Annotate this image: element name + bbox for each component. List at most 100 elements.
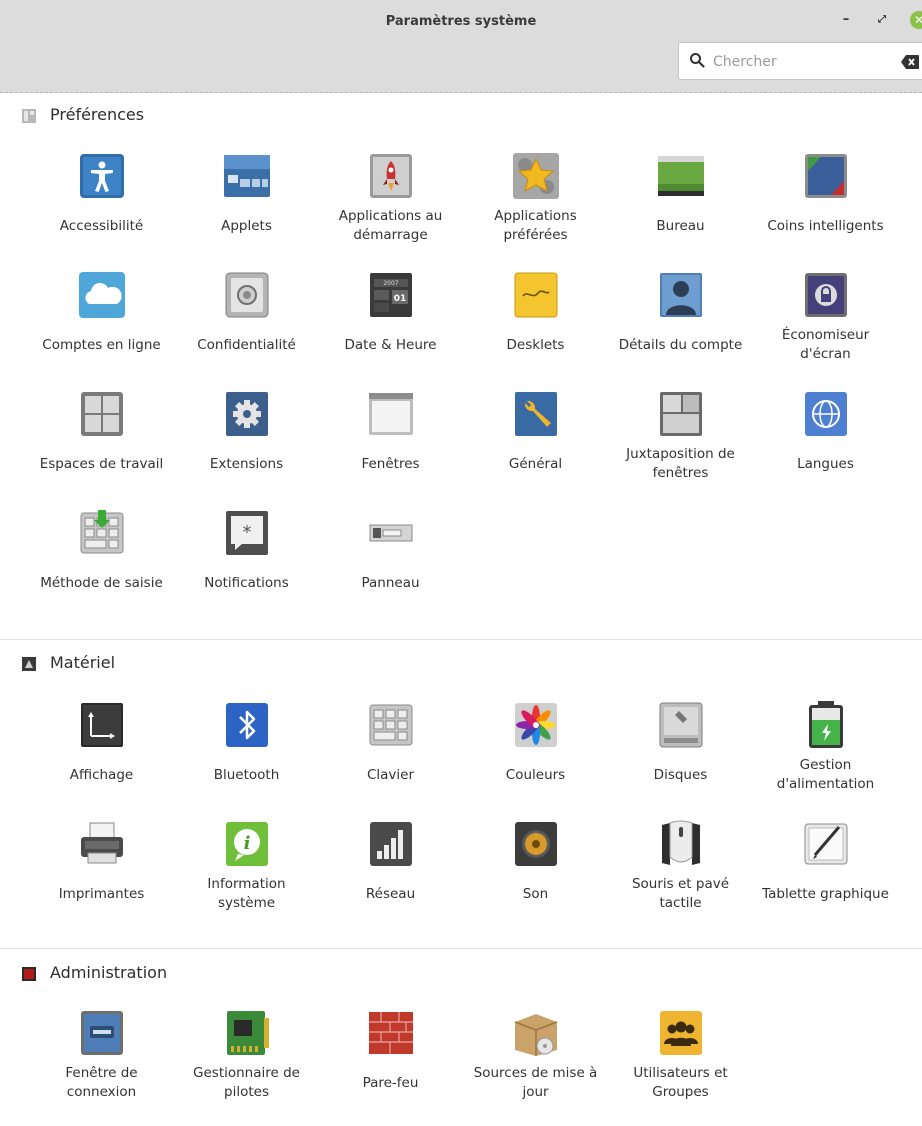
- settings-item-accessibility[interactable]: Accessibilité: [29, 151, 174, 269]
- hot-corners-icon: [801, 151, 851, 201]
- settings-item-printers[interactable]: Imprimantes: [29, 819, 174, 937]
- settings-item-date-time[interactable]: 2007 01 Date & Heure: [318, 270, 463, 388]
- settings-item-label: Clavier: [366, 766, 415, 783]
- settings-item-keyboard[interactable]: Clavier: [318, 700, 463, 818]
- settings-item-label: Confidentialité: [197, 336, 296, 353]
- settings-item-windows[interactable]: Fenêtres: [318, 389, 463, 507]
- section-header-administration: Administration: [22, 962, 167, 984]
- settings-item-software-sources[interactable]: Sources de mise à jour: [463, 1008, 608, 1126]
- settings-item-label: Bureau: [656, 217, 705, 234]
- driver-manager-icon: [222, 1008, 272, 1058]
- settings-item-users-groups[interactable]: Utilisateurs et Groupes: [608, 1008, 753, 1126]
- preferences-section-icon: [22, 107, 36, 123]
- section-header-hardware: Matériel: [22, 652, 115, 674]
- settings-item-online-accounts[interactable]: Comptes en ligne: [29, 270, 174, 388]
- settings-item-driver-manager[interactable]: Gestionnaire de pilotes: [174, 1008, 319, 1126]
- settings-item-graphics-tablet[interactable]: Tablette graphique: [753, 819, 898, 937]
- users-groups-icon: [656, 1008, 706, 1058]
- settings-item-label: Pare-feu: [362, 1074, 419, 1091]
- search-icon: [689, 52, 705, 72]
- search-input[interactable]: [711, 49, 895, 75]
- administration-section-icon: [22, 965, 36, 981]
- settings-item-desktop[interactable]: Bureau: [608, 151, 753, 269]
- calendar-clock-icon: 2007 01: [366, 270, 416, 320]
- settings-item-account-details[interactable]: Détails du compte: [608, 270, 753, 388]
- separator: [0, 639, 922, 640]
- settings-item-label: Applications préférées: [494, 208, 577, 243]
- settings-item-privacy[interactable]: Confidentialité: [174, 270, 319, 388]
- settings-item-login-window[interactable]: Fenêtre de connexion: [29, 1008, 174, 1126]
- applets-icon: [222, 151, 272, 201]
- startup-applications-icon: [366, 151, 416, 201]
- settings-item-label: Extensions: [209, 455, 284, 472]
- settings-item-label: Imprimantes: [58, 885, 145, 902]
- settings-item-label: Détails du compte: [618, 336, 743, 353]
- settings-item-screensaver[interactable]: Économiseur d'écran: [753, 270, 898, 388]
- battery-icon: [801, 700, 851, 750]
- settings-item-label: Applications au démarrage: [338, 208, 443, 243]
- clear-search-icon[interactable]: [901, 54, 919, 73]
- close-button[interactable]: ✕: [910, 11, 922, 29]
- settings-item-label: Coins intelligents: [767, 217, 884, 234]
- settings-item-power-management[interactable]: Gestion d'alimentation: [753, 700, 898, 818]
- title-bar: Paramètres système – ⤢ ✕: [0, 0, 922, 40]
- settings-item-label: Bluetooth: [213, 766, 280, 783]
- section-header-preferences: Préférences: [22, 104, 144, 126]
- settings-item-desklets[interactable]: Desklets: [463, 270, 608, 388]
- settings-item-label: Économiseur d'écran: [781, 327, 870, 362]
- settings-item-panel[interactable]: Panneau: [318, 508, 463, 626]
- settings-item-notifications[interactable]: * Notifications: [174, 508, 319, 626]
- privacy-icon: [222, 270, 272, 320]
- window-controls: – ⤢ ✕: [832, 0, 922, 40]
- settings-item-mouse-touchpad[interactable]: Souris et pavé tactile: [608, 819, 753, 937]
- colors-icon: [511, 700, 561, 750]
- bluetooth-icon: [222, 700, 272, 750]
- search-bar: [0, 40, 922, 93]
- settings-item-input-method[interactable]: Méthode de saisie: [29, 508, 174, 626]
- online-accounts-icon: [77, 270, 127, 320]
- settings-item-label: Desklets: [506, 336, 565, 353]
- settings-item-label: Comptes en ligne: [42, 336, 161, 353]
- settings-item-label: Son: [522, 885, 549, 902]
- settings-item-general[interactable]: Général: [463, 389, 608, 507]
- settings-item-label: Affichage: [69, 766, 134, 783]
- settings-item-colors[interactable]: Couleurs: [463, 700, 608, 818]
- settings-item-network[interactable]: Réseau: [318, 819, 463, 937]
- settings-item-sound[interactable]: Son: [463, 819, 608, 937]
- settings-item-startup-applications[interactable]: Applications au démarrage: [318, 151, 463, 269]
- mouse-icon: [656, 819, 706, 869]
- settings-item-languages[interactable]: Langues: [753, 389, 898, 507]
- firewall-icon: [366, 1008, 416, 1058]
- svg-text:01: 01: [393, 294, 406, 304]
- maximize-button[interactable]: ⤢: [874, 12, 890, 28]
- settings-item-extensions[interactable]: Extensions: [174, 389, 319, 507]
- settings-item-system-info[interactable]: i Information système: [174, 819, 319, 937]
- settings-item-label: Panneau: [361, 574, 420, 591]
- settings-item-disks[interactable]: Disques: [608, 700, 753, 818]
- settings-item-label: Souris et pavé tactile: [631, 876, 730, 911]
- search-box[interactable]: [678, 42, 922, 80]
- settings-item-firewall[interactable]: Pare-feu: [318, 1008, 463, 1126]
- separator: [0, 948, 922, 949]
- window-tiling-icon: [656, 389, 706, 439]
- settings-item-label: Information système: [207, 876, 286, 911]
- settings-item-label: Tablette graphique: [762, 885, 889, 902]
- hardware-title: Matériel: [50, 653, 116, 672]
- workspaces-icon: [77, 389, 127, 439]
- settings-item-label: Date & Heure: [344, 336, 437, 353]
- settings-item-applets[interactable]: Applets: [174, 151, 319, 269]
- settings-item-label: Disques: [653, 766, 708, 783]
- login-window-icon: [77, 1008, 127, 1058]
- input-method-icon: [77, 508, 127, 558]
- settings-item-preferred-applications[interactable]: Applications préférées: [463, 151, 608, 269]
- settings-item-label: Juxtaposition de fenêtres: [626, 446, 735, 481]
- settings-item-hot-corners[interactable]: Coins intelligents: [753, 151, 898, 269]
- desktop-icon: [656, 151, 706, 201]
- settings-item-bluetooth[interactable]: Bluetooth: [174, 700, 319, 818]
- settings-item-window-tiling[interactable]: Juxtaposition de fenêtres: [608, 389, 753, 507]
- svg-text:*: *: [242, 522, 251, 543]
- settings-item-workspaces[interactable]: Espaces de travail: [29, 389, 174, 507]
- settings-item-display[interactable]: Affichage: [29, 700, 174, 818]
- hardware-section-icon: [22, 655, 36, 671]
- minimize-button[interactable]: –: [838, 12, 854, 28]
